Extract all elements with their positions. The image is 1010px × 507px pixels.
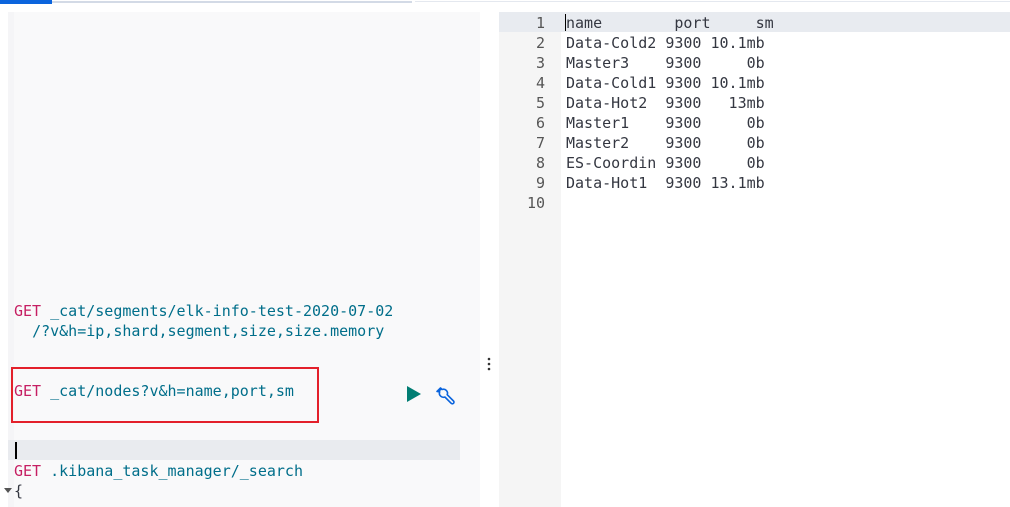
wrench-icon[interactable]: [434, 384, 458, 408]
line-number: 9: [535, 174, 545, 192]
active-tab-indicator: [0, 0, 52, 4]
request-gutter: [8, 12, 14, 507]
request-path: _cat/segments/elk-info-test-2020-07-02: [50, 302, 394, 320]
response-header-row: name port sm: [566, 14, 774, 32]
line-number: 6: [535, 114, 545, 132]
fold-arrow-icon[interactable]: [4, 486, 12, 494]
response-row: Data-Hot1 9300 13.1mb: [566, 174, 765, 192]
tab-bar: [0, 0, 1010, 4]
response-row: Master1 9300 0b: [566, 114, 765, 132]
http-method: GET: [14, 462, 42, 480]
highlight-annotation-box: [11, 367, 319, 423]
response-row: Master2 9300 0b: [566, 134, 765, 152]
http-method: GET: [14, 302, 42, 320]
line-number: 10: [526, 194, 545, 212]
request-path-cont: /?v&h=ip,shard,segment,size,size.memory: [32, 322, 385, 340]
line-number: 2: [535, 34, 545, 52]
vertical-ellipsis-icon[interactable]: [484, 356, 494, 374]
response-row: Data-Hot2 9300 13mb: [566, 94, 765, 112]
request-line-segments[interactable]: GET _cat/segments/elk-info-test-2020-07-…: [14, 301, 393, 321]
line-number: 8: [535, 154, 545, 172]
tab-underline: [52, 1, 412, 3]
request-path: .kibana_task_manager/_search: [50, 462, 303, 480]
response-row: Master3 9300 0b: [566, 54, 765, 72]
response-row: Data-Cold1 9300 10.1mb: [566, 74, 765, 92]
play-icon[interactable]: [403, 384, 423, 404]
tab-underline-secondary: [415, 1, 1010, 2]
request-editor[interactable]: GET _cat/segments/elk-info-test-2020-07-…: [4, 12, 480, 507]
current-line-highlight: [8, 440, 460, 460]
response-viewer[interactable]: 1 2 3 4 5 6 7 8 9 10 name port sm Data-C…: [499, 12, 1010, 507]
text-caret: [15, 442, 17, 459]
response-row: Data-Cold2 9300 10.1mb: [566, 34, 765, 52]
response-row: ES-Coordin 9300 0b: [566, 154, 765, 172]
request-body-open-brace[interactable]: {: [14, 481, 23, 501]
request-line-kibana[interactable]: GET .kibana_task_manager/_search: [14, 461, 303, 481]
request-line-segments-cont[interactable]: /?v&h=ip,shard,segment,size,size.memory: [14, 321, 384, 341]
line-number: 5: [535, 94, 545, 112]
line-number: 1: [535, 14, 545, 32]
line-number: 7: [535, 134, 545, 152]
line-number: 3: [535, 54, 545, 72]
line-number: 4: [535, 74, 545, 92]
